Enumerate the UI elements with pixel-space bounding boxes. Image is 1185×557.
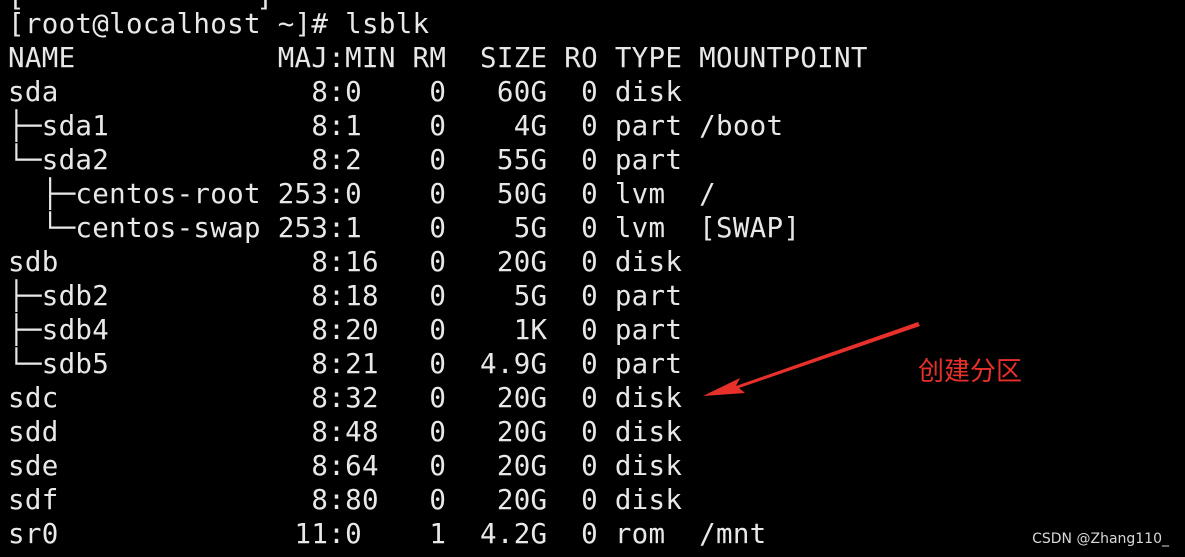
lsblk-row-centos-root: ├─centos-root 253:0 0 50G 0 lvm / bbox=[8, 178, 716, 210]
lsblk-row-sda2: └─sda2 8:2 0 55G 0 part bbox=[8, 144, 683, 176]
command-prompt-line: [root@localhost ~]# lsblk bbox=[8, 8, 430, 40]
lsblk-row-sda: sda 8:0 0 60G 0 disk bbox=[8, 76, 683, 108]
lsblk-row-sdf: sdf 8:80 0 20G 0 disk bbox=[8, 484, 683, 516]
lsblk-row-sdb: sdb 8:16 0 20G 0 disk bbox=[8, 246, 683, 278]
lsblk-row-sde: sde 8:64 0 20G 0 disk bbox=[8, 450, 683, 482]
lsblk-row-centos-swap: └─centos-swap 253:1 0 5G 0 lvm [SWAP] bbox=[8, 212, 801, 244]
lsblk-row-sdc: sdc 8:32 0 20G 0 disk bbox=[8, 382, 683, 414]
lsblk-header-row: NAME MAJ:MIN RM SIZE RO TYPE MOUNTPOINT bbox=[8, 42, 868, 74]
lsblk-row-sdb5: └─sdb5 8:21 0 4.9G 0 part bbox=[8, 348, 683, 380]
lsblk-row-sdb4: ├─sdb4 8:20 0 1K 0 part bbox=[8, 314, 683, 346]
lsblk-row-sdb2: ├─sdb2 8:18 0 5G 0 part bbox=[8, 280, 683, 312]
lsblk-row-sr0: sr0 11:0 1 4.2G 0 rom /mnt bbox=[8, 518, 767, 550]
annotation-label: 创建分区 bbox=[918, 357, 1023, 387]
csdn-watermark: CSDN @Zhang110_ bbox=[1032, 531, 1169, 547]
terminal-window[interactable]: [ ] [root@localhost ~]# lsblk NAME MAJ:M… bbox=[0, 0, 1185, 557]
lsblk-row-sda1: ├─sda1 8:1 0 4G 0 part /boot bbox=[8, 110, 784, 142]
lsblk-row-sdd: sdd 8:48 0 20G 0 disk bbox=[8, 416, 683, 448]
